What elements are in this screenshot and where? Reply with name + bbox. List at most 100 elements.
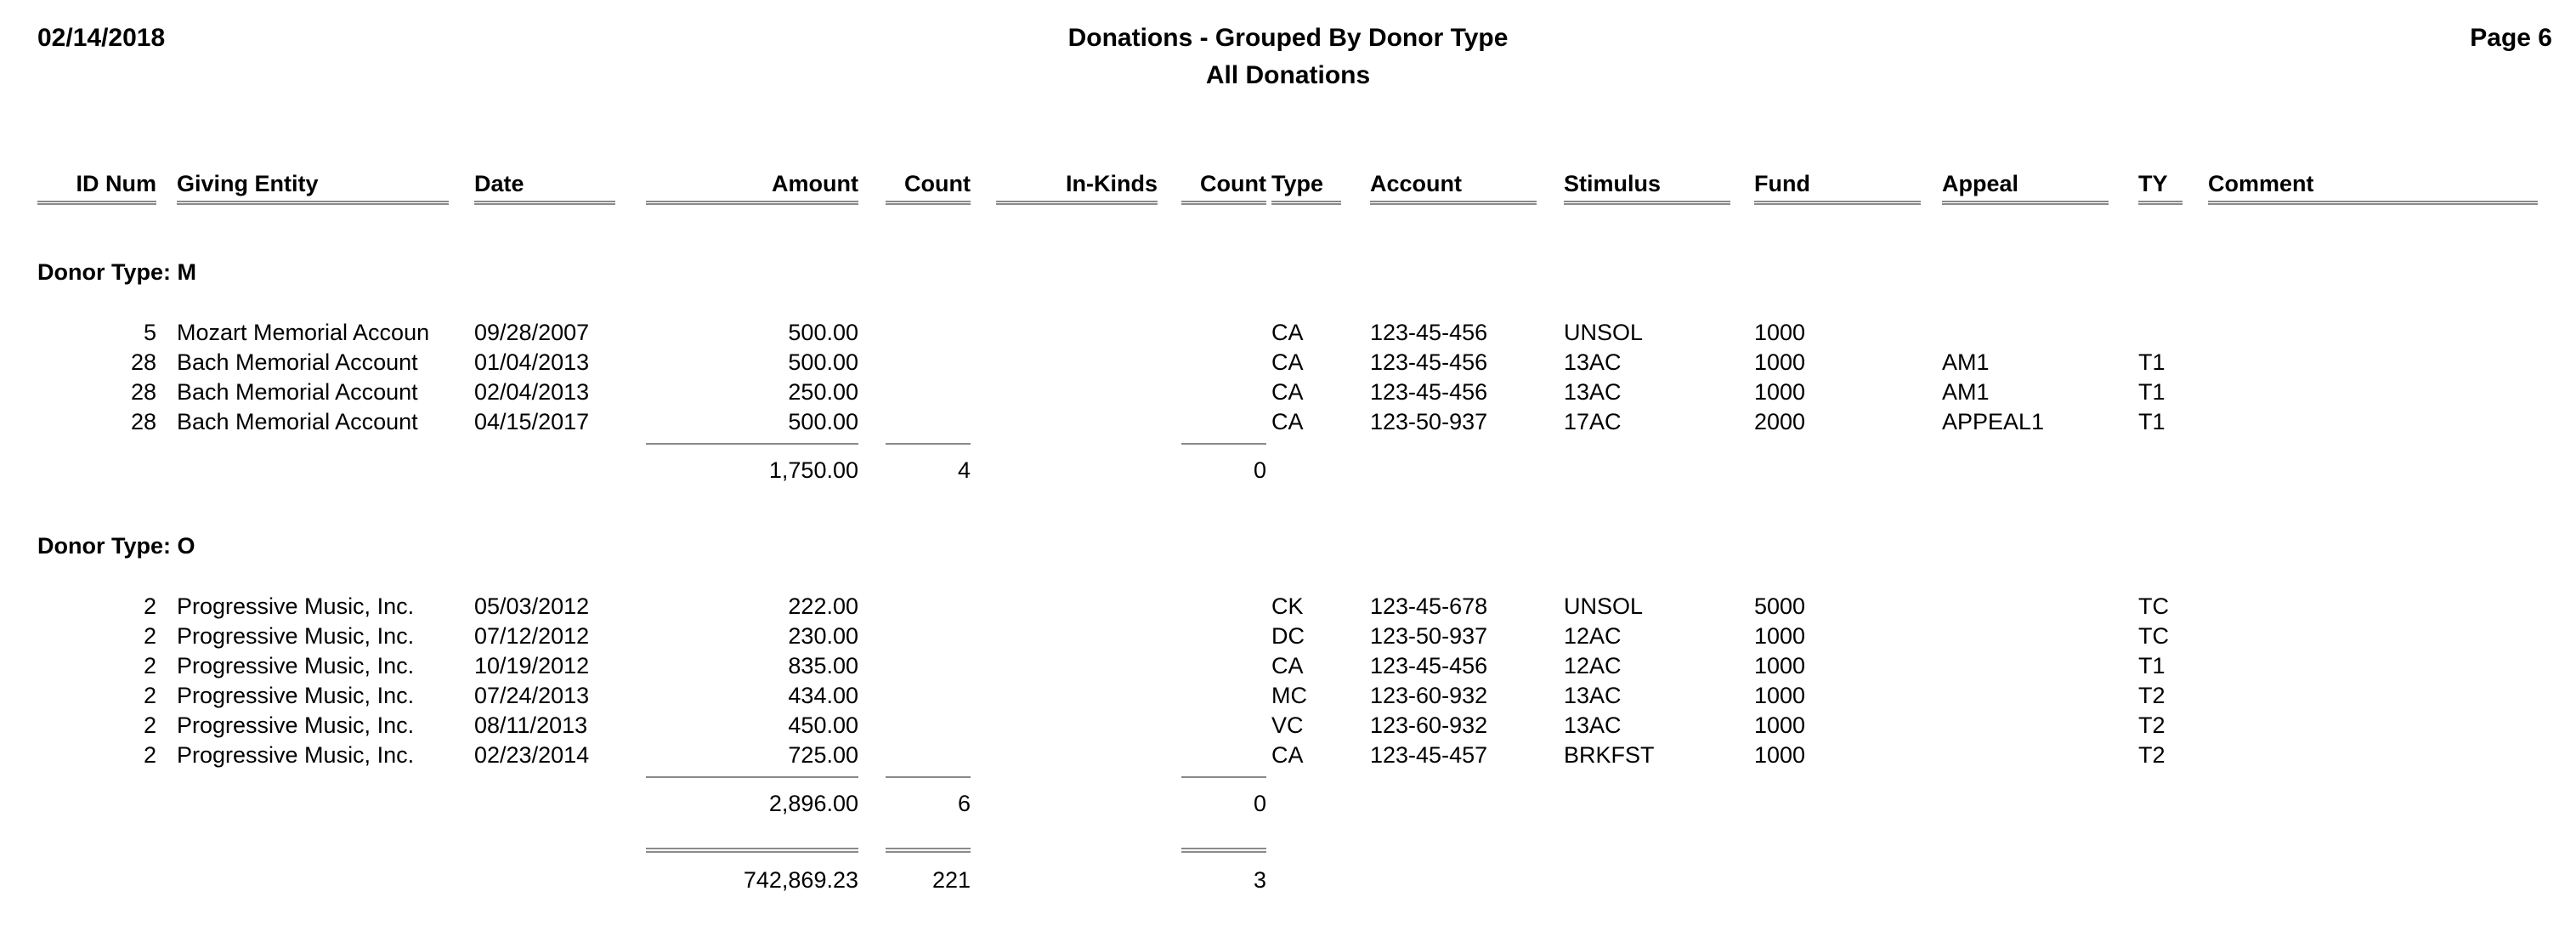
cell-account: 123-60-932 (1370, 712, 1488, 738)
cell-amount: 2,896.00 (768, 791, 858, 816)
table-row: 5 Mozart Memorial Accoun 09/28/2007 500.00 C… (0, 319, 2576, 349)
column-rule-account (1370, 201, 1537, 205)
cell-date: 07/12/2012 (474, 623, 590, 649)
cell-count1: 4 (957, 457, 971, 483)
cell-id-num: 2 (143, 623, 156, 649)
subtotal-row: 2,896.00 6 0 (0, 790, 2576, 820)
cell-type: CA (1271, 379, 1304, 405)
cell-fund: 1000 (1754, 712, 1806, 738)
column-rule-ty (2138, 201, 2183, 205)
cell-ty: TC (2138, 623, 2169, 649)
cell-date: 10/19/2012 (474, 653, 590, 678)
cell-stimulus: 13AC (1564, 349, 1622, 375)
cell-giving-entity: Progressive Music, Inc. (177, 712, 415, 738)
cell-amount: 835.00 (788, 653, 858, 678)
cell-amount: 434.00 (788, 683, 858, 708)
cell-appeal: AM1 (1942, 349, 1990, 375)
grand-total-rule-amount (646, 848, 858, 853)
column-header-id-num: ID Num (76, 171, 157, 196)
cell-date: 02/04/2013 (474, 379, 590, 405)
cell-giving-entity: Bach Memorial Account (177, 349, 418, 375)
column-header-count-1: Count (904, 171, 971, 196)
cell-type: MC (1271, 683, 1307, 708)
cell-fund: 1000 (1754, 742, 1806, 768)
cell-stimulus: UNSOL (1564, 320, 1644, 345)
cell-ty: TC (2138, 593, 2169, 619)
column-header-fund: Fund (1754, 171, 1810, 196)
group-label: Donor Type: M (37, 259, 196, 285)
grand-total-rule-count2 (1181, 848, 1266, 853)
column-rule-amount (646, 201, 858, 205)
cell-type: CA (1271, 653, 1304, 678)
table-row: 28 Bach Memorial Account 04/15/2017 500.00 C… (0, 408, 2576, 438)
column-header-account: Account (1370, 171, 1462, 196)
cell-stimulus: 12AC (1564, 623, 1622, 649)
cell-amount: 742,869.23 (743, 867, 858, 893)
cell-fund: 2000 (1754, 409, 1806, 434)
cell-date: 04/15/2017 (474, 409, 590, 434)
column-rule-stimulus (1564, 201, 1730, 205)
cell-giving-entity: Progressive Music, Inc. (177, 653, 415, 678)
table-column-headers: ID Num Giving Entity Date Amount Count I… (0, 170, 2576, 209)
table-row: 2 Progressive Music, Inc. 07/24/2013 434.00… (0, 682, 2576, 712)
cell-account: 123-45-456 (1370, 379, 1488, 405)
grand-total-rule-count1 (886, 848, 971, 853)
column-rule-count-2 (1181, 201, 1266, 205)
report-page: 02/14/2018 Donations - Grouped By Donor … (0, 0, 2576, 948)
cell-count2: 3 (1253, 867, 1266, 893)
cell-id-num: 2 (143, 683, 156, 708)
cell-type: CA (1271, 409, 1304, 434)
cell-fund: 1000 (1754, 349, 1806, 375)
cell-amount: 250.00 (788, 379, 858, 405)
cell-id-num: 2 (143, 593, 156, 619)
cell-count2: 0 (1253, 791, 1266, 816)
cell-amount: 230.00 (788, 623, 858, 649)
cell-stimulus: 17AC (1564, 409, 1622, 434)
cell-type: CA (1271, 349, 1304, 375)
column-header-date: Date (474, 171, 524, 196)
table-row: 28 Bach Memorial Account 01/04/2013 500.00 C… (0, 349, 2576, 378)
column-rule-in-kinds (996, 201, 1158, 205)
cell-account: 123-45-457 (1370, 742, 1488, 768)
column-rule-id-num (37, 201, 156, 205)
cell-id-num: 2 (143, 712, 156, 738)
cell-id-num: 2 (143, 653, 156, 678)
column-rule-giving-entity (177, 201, 449, 205)
column-header-amount: Amount (772, 171, 858, 196)
cell-id-num: 28 (130, 409, 156, 434)
cell-id-num: 2 (143, 742, 156, 768)
table-row: 2 Progressive Music, Inc. 05/03/2012 222.00… (0, 593, 2576, 622)
cell-fund: 5000 (1754, 593, 1806, 619)
cell-amount: 500.00 (788, 409, 858, 434)
cell-ty: T1 (2138, 349, 2166, 375)
cell-ty: T2 (2138, 712, 2166, 738)
cell-stimulus: 13AC (1564, 712, 1622, 738)
cell-ty: T2 (2138, 742, 2166, 768)
table-row: 28 Bach Memorial Account 02/04/2013 250.00 C… (0, 378, 2576, 408)
cell-fund: 1000 (1754, 623, 1806, 649)
column-header-stimulus: Stimulus (1564, 171, 1662, 196)
cell-date: 09/28/2007 (474, 320, 590, 345)
cell-giving-entity: Progressive Music, Inc. (177, 683, 415, 708)
cell-date: 08/11/2013 (474, 712, 588, 738)
cell-type: CA (1271, 742, 1304, 768)
subtotal-rule-amount (646, 443, 858, 445)
cell-account: 123-50-937 (1370, 409, 1488, 434)
cell-date: 01/04/2013 (474, 349, 590, 375)
column-header-type: Type (1271, 171, 1324, 196)
cell-date: 02/23/2014 (474, 742, 590, 768)
cell-stimulus: 13AC (1564, 683, 1622, 708)
cell-stimulus: 13AC (1564, 379, 1622, 405)
cell-fund: 1000 (1754, 379, 1806, 405)
table-row: 2 Progressive Music, Inc. 02/23/2014 725.00… (0, 741, 2576, 771)
subtotal-rule-count1 (886, 443, 971, 445)
group-label: Donor Type: O (37, 533, 195, 559)
cell-type: VC (1271, 712, 1304, 738)
cell-ty: T1 (2138, 409, 2166, 434)
cell-stimulus: 12AC (1564, 653, 1622, 678)
cell-giving-entity: Mozart Memorial Accoun (177, 320, 430, 345)
table-row: 2 Progressive Music, Inc. 10/19/2012 835.00… (0, 652, 2576, 682)
subtotal-rule-amount (646, 776, 858, 778)
cell-giving-entity: Progressive Music, Inc. (177, 623, 415, 649)
cell-account: 123-45-456 (1370, 653, 1488, 678)
